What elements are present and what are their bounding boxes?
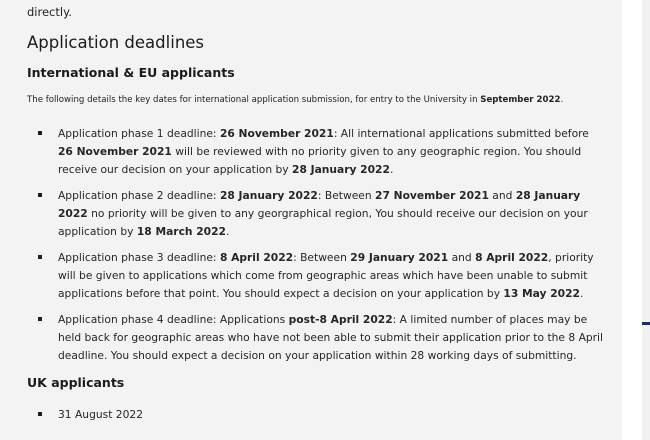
phase-deadline: 28 January 2022 bbox=[219, 189, 318, 202]
list-item: Application phase 1 deadline: 26 Novembe… bbox=[37, 125, 607, 179]
phase-text: : All international applications submitt… bbox=[333, 127, 589, 140]
section-heading-deadlines: Application deadlines bbox=[27, 33, 205, 52]
intro-paragraph: The following details the key dates for … bbox=[27, 94, 563, 106]
phase-deadline: post-8 April 2022 bbox=[288, 313, 393, 326]
phase-list: Application phase 1 deadline: 26 Novembe… bbox=[37, 125, 607, 365]
phase-text: and bbox=[448, 251, 476, 264]
phase-text: . bbox=[225, 225, 230, 238]
phase-text: : Between bbox=[293, 251, 351, 264]
phase-label: Application phase 1 deadline: bbox=[58, 127, 220, 140]
intro-date: September 2022 bbox=[480, 95, 561, 105]
list-item: Application phase 2 deadline: 28 January… bbox=[37, 187, 607, 241]
subheading-international: International & EU applicants bbox=[27, 65, 235, 80]
phase-date: 29 January 2021 bbox=[350, 251, 449, 264]
sidebar bbox=[622, 0, 650, 440]
list-item: Application phase 4 deadline: Applicatio… bbox=[37, 311, 607, 365]
phase-text: . bbox=[389, 163, 394, 176]
phase-text: : Between bbox=[317, 189, 376, 202]
phase-label: Application phase 3 deadline: bbox=[58, 251, 220, 264]
intro-text: The following details the key dates for … bbox=[27, 95, 481, 105]
uk-list: 31 August 2022 bbox=[37, 406, 607, 424]
list-item: Application phase 3 deadline: 8 April 20… bbox=[37, 249, 607, 303]
main-content: directly. Application deadlines Internat… bbox=[0, 0, 622, 440]
phase-deadline: 26 November 2021 bbox=[219, 127, 334, 140]
phase-text: and bbox=[488, 189, 516, 202]
phase-date: 28 January 2022 bbox=[292, 163, 390, 176]
subheading-uk: UK applicants bbox=[27, 375, 125, 390]
phase-date: 26 November 2021 bbox=[58, 145, 172, 158]
sidebar-panel bbox=[642, 0, 650, 440]
phase-date: 27 November 2021 bbox=[375, 189, 489, 202]
phase-date: 13 May 2022 bbox=[503, 287, 580, 300]
phase-label: Application phase 4 deadline: Applicatio… bbox=[58, 313, 289, 326]
list-item: 31 August 2022 bbox=[37, 406, 607, 424]
phase-date: 18 March 2022 bbox=[136, 225, 226, 238]
sidebar-accent-line bbox=[642, 322, 650, 325]
phase-label: Application phase 2 deadline: bbox=[58, 189, 220, 202]
phase-text: . bbox=[579, 287, 584, 300]
intro-end: . bbox=[560, 95, 564, 105]
phase-date: 8 April 2022 bbox=[475, 251, 549, 264]
phase-deadline: 8 April 2022 bbox=[219, 251, 294, 264]
paragraph-fragment: directly. bbox=[27, 5, 72, 19]
